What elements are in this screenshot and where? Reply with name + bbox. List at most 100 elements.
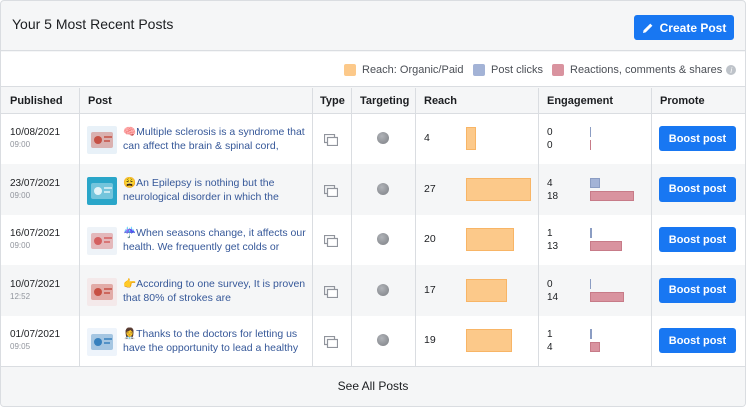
post-date: 10/08/2021 [10, 127, 61, 138]
table-row: 16/07/2021 09:00 ☔When seasons change, i… [1, 215, 745, 265]
reactions-bar [590, 291, 624, 302]
legend-item-clicks: Post clicks [473, 64, 543, 76]
post-emoji: 🧠 [123, 126, 137, 138]
post-time: 12:52 [10, 291, 31, 301]
post-type-icon [324, 235, 338, 247]
post-time: 09:00 [10, 190, 31, 200]
post-date: 01/07/2021 [10, 329, 61, 340]
reach-value: 20 [424, 233, 436, 245]
table-row: 23/07/2021 09:00 😩An Epilepsy is nothing… [1, 164, 745, 215]
post-time: 09:00 [10, 140, 31, 149]
legend-bar: Reach: Organic/Paid Post clicks Reaction… [1, 52, 745, 87]
globe-icon [377, 283, 389, 296]
reach-value: 17 [424, 283, 436, 296]
reactions-value: 14 [547, 291, 559, 303]
post-excerpt: When seasons change, it affects our heal… [123, 227, 306, 253]
reach-value: 4 [424, 132, 430, 144]
card-header: Your 5 Most Recent Posts Create Post [1, 1, 745, 51]
column-divider [79, 88, 80, 366]
legend-label-clicks: Post clicks [491, 64, 543, 76]
post-type-icon [324, 184, 338, 197]
col-targeting: Targeting [360, 95, 410, 107]
reactions-value: 0 [547, 140, 553, 151]
legend-item-reactions: Reactions, comments & shares i [552, 64, 737, 76]
post-emoji: 😩 [123, 176, 137, 189]
clicks-bar [590, 278, 591, 289]
post-thumbnail[interactable] [87, 126, 117, 154]
post-excerpt: Multiple sclerosis is a syndrome that ca… [123, 126, 305, 152]
reach-bar [466, 329, 512, 352]
post-link[interactable]: 🧠Multiple sclerosis is a syndrome that c… [123, 125, 309, 153]
col-promote: Promote [660, 95, 705, 107]
post-type-icon [324, 336, 338, 348]
table-row: 01/07/2021 09:05 👩‍⚕️Thanks to the docto… [1, 316, 745, 366]
boost-post-button[interactable]: Boost post [659, 176, 736, 202]
see-all-posts-link[interactable]: See All Posts [1, 379, 745, 393]
clicks-value: 0 [547, 127, 553, 138]
reach-bar [466, 278, 507, 302]
post-link[interactable]: 👉According to one survey, It is proven t… [123, 277, 309, 305]
pencil-icon [642, 23, 653, 33]
table-row: 10/07/2021 12:52 👉According to one surve… [1, 265, 745, 316]
create-post-button[interactable]: Create Post [634, 15, 734, 40]
post-thumbnail[interactable] [87, 328, 117, 356]
reactions-bar [590, 140, 591, 150]
clicks-bar [590, 177, 600, 188]
legend-label-reactions: Reactions, comments & shares [570, 64, 723, 76]
card-footer: See All Posts [1, 366, 745, 406]
clicks-bar [590, 127, 591, 137]
recent-posts-card: Your 5 Most Recent Posts Create Post Rea… [0, 0, 746, 407]
reactions-value: 4 [547, 342, 553, 353]
reactions-value: 13 [547, 241, 559, 252]
clicks-value: 1 [547, 228, 553, 239]
column-divider [351, 88, 352, 366]
reactions-value: 18 [547, 190, 559, 202]
reach-value: 19 [424, 334, 436, 346]
clicks-value: 0 [547, 278, 553, 290]
boost-post-button[interactable]: Boost post [659, 126, 736, 151]
globe-icon [377, 334, 389, 346]
post-type-icon [324, 285, 338, 298]
post-link[interactable]: 😩An Epilepsy is nothing but the neurolog… [123, 176, 309, 204]
post-excerpt: According to one survey, It is proven th… [123, 277, 306, 304]
reach-value: 27 [424, 182, 436, 195]
clicks-bar [590, 329, 592, 339]
globe-icon [377, 132, 389, 144]
post-date: 16/07/2021 [10, 228, 61, 239]
legend-swatch-clicks [473, 64, 485, 76]
boost-post-button[interactable]: Boost post [659, 227, 736, 252]
post-time: 09:00 [10, 241, 31, 250]
column-divider [651, 88, 652, 366]
col-reach: Reach [424, 95, 458, 107]
post-excerpt: An Epilepsy is nothing but the neurologi… [123, 176, 279, 203]
post-emoji: 👩‍⚕️ [123, 328, 137, 340]
post-thumbnail[interactable] [87, 227, 117, 255]
reach-bar [466, 228, 514, 251]
post-link[interactable]: 👩‍⚕️Thanks to the doctors for letting us… [123, 327, 309, 355]
col-engagement: Engagement [547, 95, 614, 107]
col-type: Type [320, 95, 345, 107]
post-type-icon [324, 134, 338, 146]
table-header: Published Post Type Targeting Reach Enga… [1, 88, 745, 114]
column-divider [312, 88, 313, 366]
post-emoji: ☔ [123, 227, 137, 239]
post-thumbnail[interactable] [87, 277, 117, 306]
post-date: 23/07/2021 [10, 177, 61, 189]
clicks-value: 1 [547, 329, 553, 340]
col-published: Published [10, 95, 63, 107]
reactions-bar [590, 241, 622, 251]
boost-post-button[interactable]: Boost post [659, 277, 736, 303]
post-excerpt: Thanks to the doctors for letting us hav… [123, 328, 299, 354]
reactions-bar [590, 342, 600, 352]
post-link[interactable]: ☔When seasons change, it affects our hea… [123, 226, 309, 254]
column-divider [538, 88, 539, 366]
reach-bar [466, 177, 531, 201]
legend-label-reach: Reach: Organic/Paid [362, 64, 464, 76]
info-icon[interactable]: i [726, 65, 737, 75]
reactions-bar [590, 190, 634, 201]
post-thumbnail[interactable] [87, 176, 117, 205]
boost-post-button[interactable]: Boost post [659, 328, 736, 353]
clicks-value: 4 [547, 177, 553, 189]
post-date: 10/07/2021 [10, 278, 61, 290]
col-post: Post [88, 95, 112, 107]
